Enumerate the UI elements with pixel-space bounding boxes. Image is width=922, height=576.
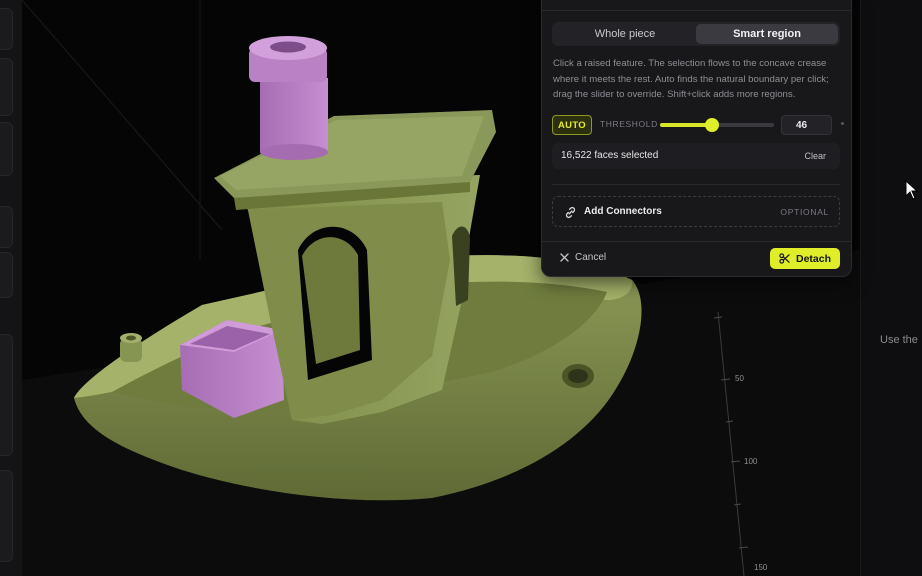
threshold-label: THRESHOLD [600, 119, 658, 129]
tab-smart-region[interactable]: Smart region [696, 24, 838, 44]
toolbar-group[interactable] [0, 470, 13, 562]
dot-icon [841, 122, 844, 125]
right-hint-text: Use the [880, 334, 918, 346]
auto-threshold-button[interactable]: AUTO [552, 115, 592, 135]
selection-summary: 16,522 faces selected Clear [552, 143, 840, 169]
optional-tag: OPTIONAL [780, 207, 829, 217]
panel-header [542, 0, 851, 11]
axis-tick-label: 100 [744, 457, 758, 466]
axis-tick-label: 150 [754, 563, 768, 572]
cancel-label: Cancel [575, 252, 607, 263]
toolbar-group[interactable] [0, 8, 13, 50]
panel-footer-divider [542, 241, 851, 242]
threshold-value-input[interactable] [781, 115, 832, 135]
selection-mode-toggle: Whole piece Smart region [552, 22, 840, 46]
right-sidebar [860, 0, 922, 576]
toolbar-group[interactable] [0, 122, 13, 176]
divider [552, 184, 840, 185]
smart-region-description: Click a raised feature. The selection fl… [553, 58, 829, 101]
faces-selected-count: 16,522 faces selected [561, 150, 659, 161]
threshold-slider[interactable] [660, 118, 774, 132]
link-icon [565, 207, 576, 218]
add-connectors-label: Add Connectors [584, 206, 662, 217]
scissors-icon [779, 253, 790, 264]
threshold-row: AUTO THRESHOLD [552, 115, 848, 135]
detach-panel: Whole piece Smart region Click a raised … [541, 0, 852, 277]
left-toolbar [0, 0, 23, 576]
clear-selection-button[interactable]: Clear [804, 151, 826, 161]
close-icon [560, 253, 569, 262]
detach-button[interactable]: Detach [770, 248, 840, 269]
toolbar-group[interactable] [0, 206, 13, 248]
cancel-button[interactable]: Cancel [560, 252, 606, 263]
add-connectors-button[interactable]: Add Connectors OPTIONAL [552, 196, 840, 227]
toolbar-group[interactable] [0, 334, 13, 456]
tab-whole-piece[interactable]: Whole piece [554, 24, 696, 44]
threshold-slider-thumb[interactable] [705, 118, 720, 132]
axis-tick-label: 50 [735, 374, 744, 383]
mouse-pointer-icon [905, 180, 919, 200]
toolbar-group[interactable] [0, 252, 13, 298]
toolbar-group[interactable] [0, 58, 13, 116]
detach-label: Detach [795, 252, 831, 265]
